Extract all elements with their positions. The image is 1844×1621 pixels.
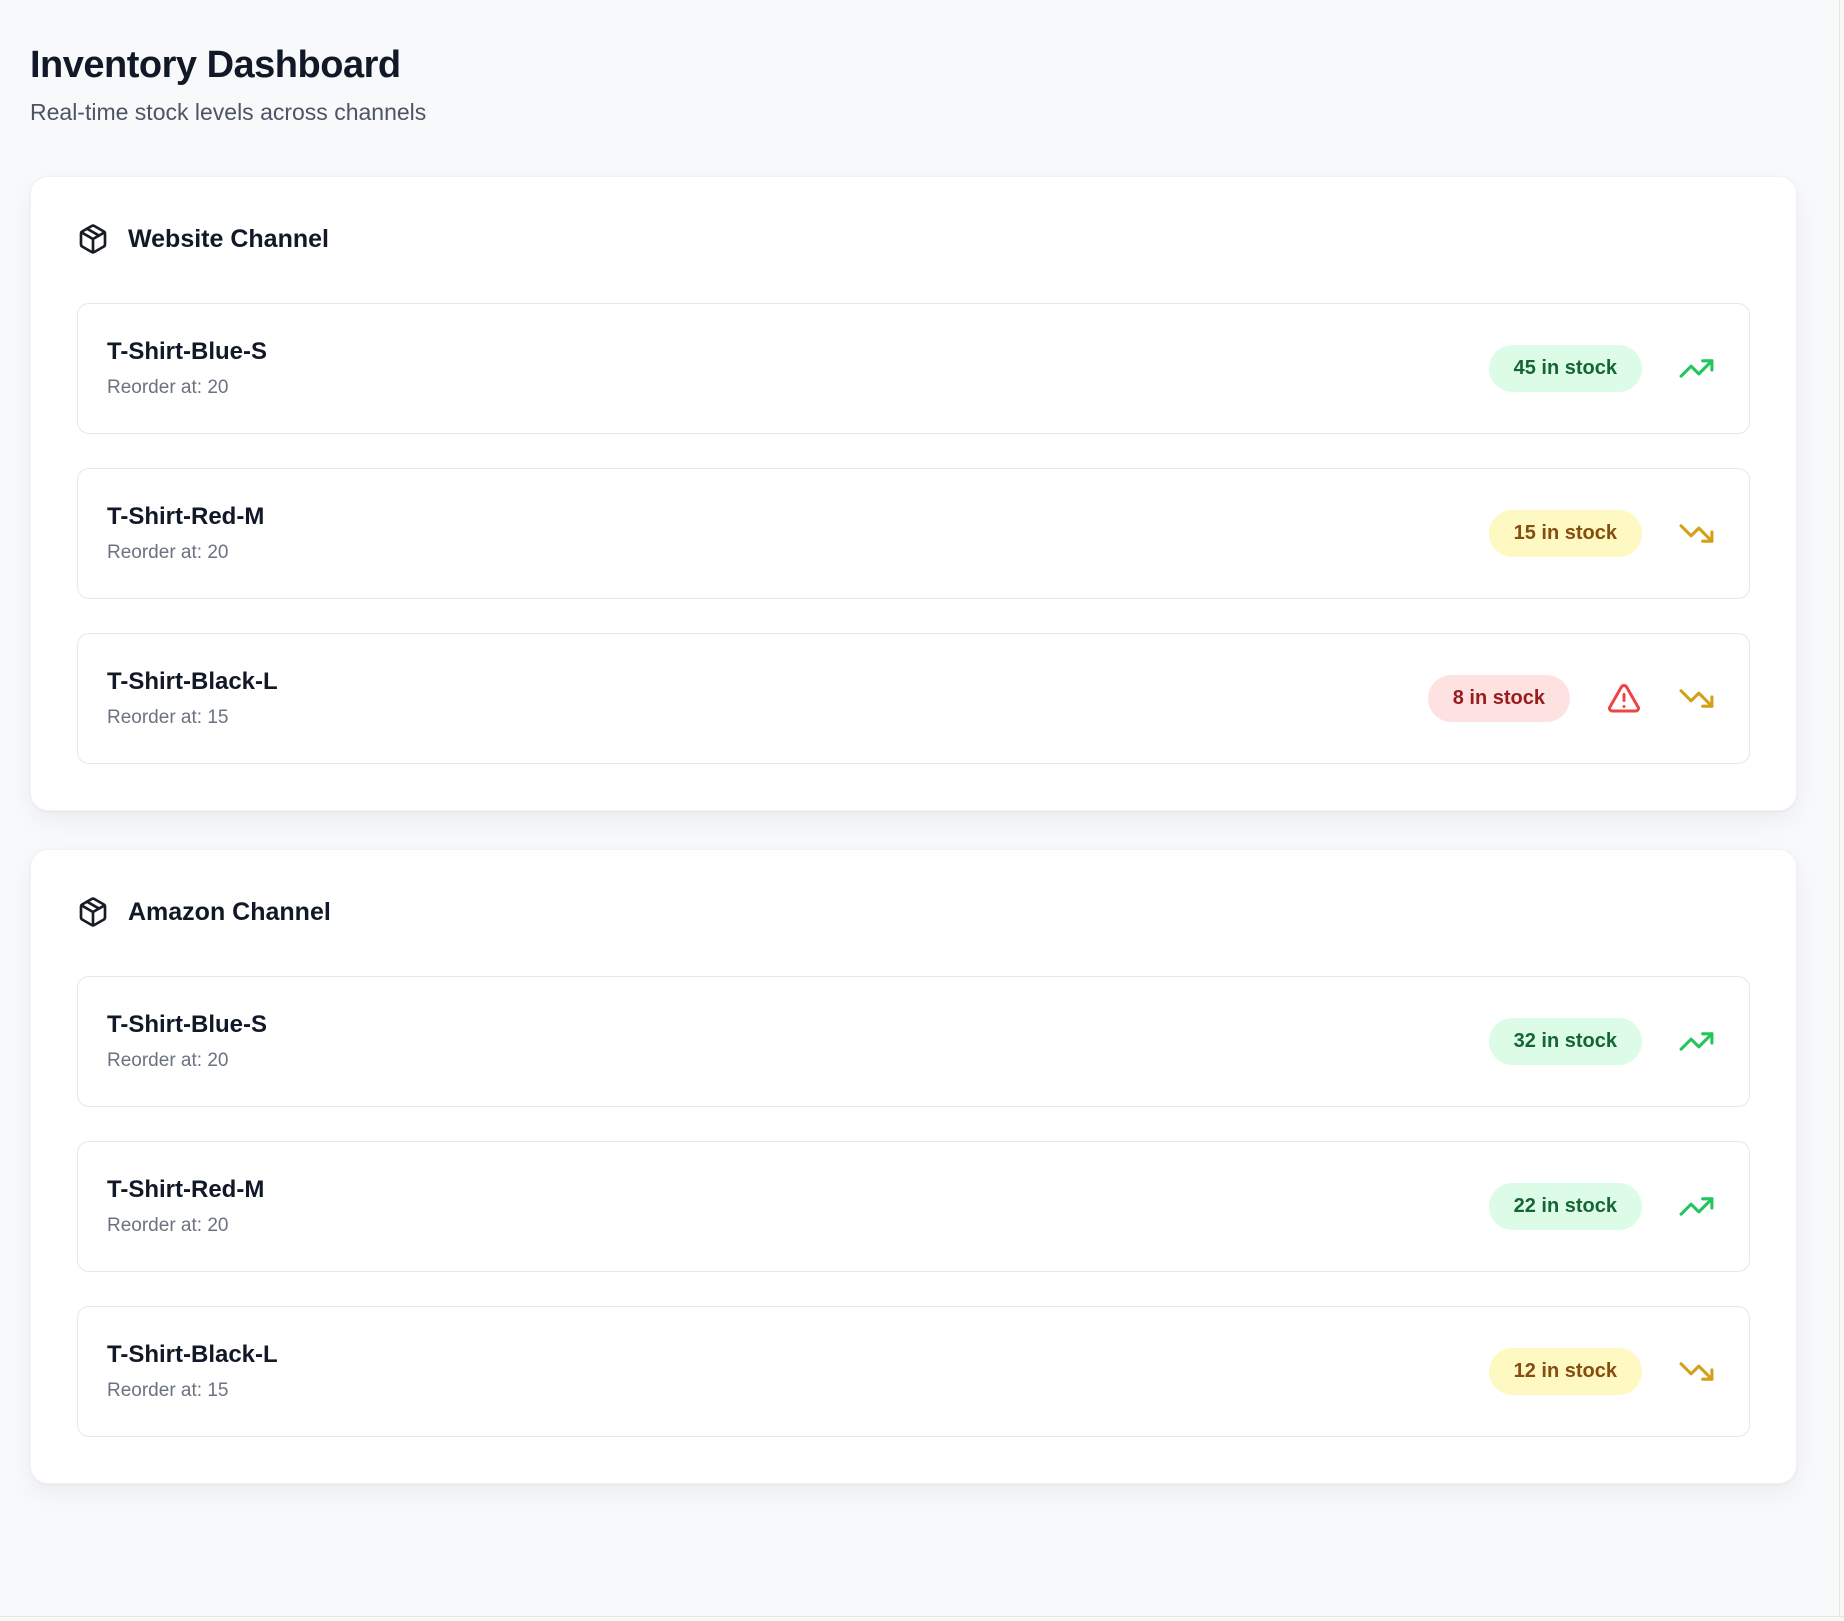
channel-card-amazon: Amazon Channel T-Shirt-Blue-S Reorder at… <box>30 849 1797 1484</box>
product-status: 45 in stock <box>1488 345 1715 392</box>
product-status: 22 in stock <box>1488 1183 1715 1230</box>
horizontal-scrollbar[interactable] <box>0 1616 1844 1621</box>
product-info: T-Shirt-Red-M Reorder at: 20 <box>107 1176 264 1237</box>
trending-down-icon <box>1679 689 1714 708</box>
vertical-scrollbar[interactable] <box>1839 0 1844 1621</box>
product-row: T-Shirt-Black-L Reorder at: 15 12 in sto… <box>77 1306 1750 1437</box>
stock-badge: 45 in stock <box>1488 345 1642 392</box>
product-status: 32 in stock <box>1488 1018 1715 1065</box>
product-status: 12 in stock <box>1488 1348 1715 1395</box>
stock-badge: 32 in stock <box>1488 1018 1642 1065</box>
product-name: T-Shirt-Black-L <box>107 1341 278 1368</box>
product-info: T-Shirt-Blue-S Reorder at: 20 <box>107 1011 267 1072</box>
product-row: T-Shirt-Black-L Reorder at: 15 8 in stoc… <box>77 633 1750 764</box>
product-row: T-Shirt-Red-M Reorder at: 20 22 in stock <box>77 1141 1750 1272</box>
product-info: T-Shirt-Black-L Reorder at: 15 <box>107 1341 278 1402</box>
stock-badge: 15 in stock <box>1488 510 1642 557</box>
product-info: T-Shirt-Blue-S Reorder at: 20 <box>107 338 267 399</box>
channel-header: Website Channel <box>77 223 1750 255</box>
channel-name: Website Channel <box>128 224 329 253</box>
stock-badge: 8 in stock <box>1427 675 1570 722</box>
product-reorder-level: Reorder at: 15 <box>107 707 229 728</box>
channel-card-website: Website Channel T-Shirt-Blue-S Reorder a… <box>30 176 1797 811</box>
product-name: T-Shirt-Blue-S <box>107 1011 267 1038</box>
channel-header: Amazon Channel <box>77 896 1750 928</box>
product-reorder-level: Reorder at: 20 <box>107 542 229 563</box>
trending-down-icon <box>1679 524 1714 543</box>
product-status: 8 in stock <box>1427 675 1715 722</box>
product-reorder-level: Reorder at: 15 <box>107 1380 229 1401</box>
trending-down-icon <box>1679 1362 1714 1381</box>
product-reorder-level: Reorder at: 20 <box>107 1215 229 1236</box>
trending-up-icon <box>1679 1197 1714 1216</box>
stock-badge: 12 in stock <box>1488 1348 1642 1395</box>
stock-badge: 22 in stock <box>1488 1183 1642 1230</box>
product-name: T-Shirt-Red-M <box>107 503 265 530</box>
product-status: 15 in stock <box>1488 510 1715 557</box>
page-title: Inventory Dashboard <box>30 44 401 86</box>
product-reorder-level: Reorder at: 20 <box>107 1050 229 1071</box>
product-row: T-Shirt-Red-M Reorder at: 20 15 in stock <box>77 468 1750 599</box>
product-row: T-Shirt-Blue-S Reorder at: 20 45 in stoc… <box>77 303 1750 434</box>
trending-up-icon <box>1679 1032 1714 1051</box>
channel-name: Amazon Channel <box>128 897 331 926</box>
product-info: T-Shirt-Black-L Reorder at: 15 <box>107 668 278 729</box>
product-name: T-Shirt-Blue-S <box>107 338 267 365</box>
product-name: T-Shirt-Red-M <box>107 1176 265 1203</box>
package-icon <box>79 897 107 927</box>
trending-up-icon <box>1679 359 1714 378</box>
inventory-dashboard-page: Inventory Dashboard Real-time stock leve… <box>0 0 1844 1621</box>
page-subtitle: Real-time stock levels across channels <box>30 99 427 125</box>
product-reorder-level: Reorder at: 20 <box>107 377 229 398</box>
product-row: T-Shirt-Blue-S Reorder at: 20 32 in stoc… <box>77 976 1750 1107</box>
alert-triangle-icon <box>1607 683 1641 712</box>
package-icon <box>79 224 107 254</box>
product-info: T-Shirt-Red-M Reorder at: 20 <box>107 503 264 564</box>
product-name: T-Shirt-Black-L <box>107 668 278 695</box>
